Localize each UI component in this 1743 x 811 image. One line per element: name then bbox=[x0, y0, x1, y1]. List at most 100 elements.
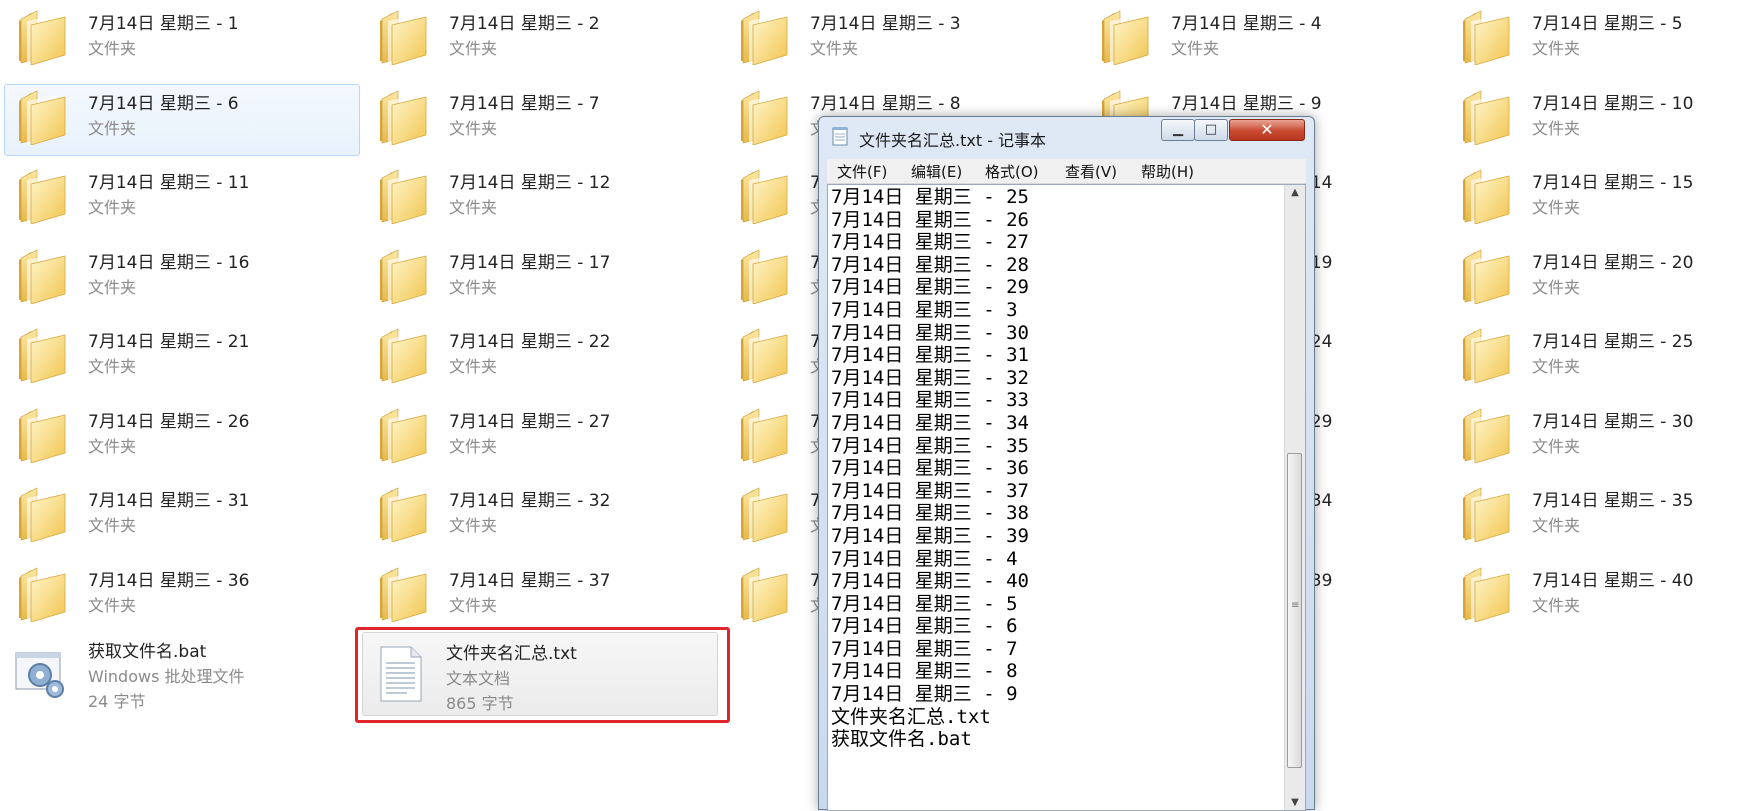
folder-name: 7月14日 星期三 - 40 bbox=[1532, 570, 1694, 591]
folder-icon bbox=[13, 166, 71, 224]
folder-item[interactable]: 7月14日 星期三 - 27 文件夹 bbox=[365, 402, 721, 474]
folder-type: 文件夹 bbox=[1532, 436, 1581, 456]
folder-type: 文件夹 bbox=[88, 595, 137, 615]
folder-item[interactable]: 7月14日 星期三 - 26 文件夹 bbox=[4, 402, 360, 474]
folder-icon bbox=[13, 7, 71, 65]
text-line: 7月14日 星期三 - 29 bbox=[831, 276, 1029, 299]
folder-name: 7月14日 星期三 - 9 bbox=[1171, 93, 1322, 114]
notepad-text-area[interactable]: 7月14日 星期三 - 25 7月14日 星期三 - 26 7月14日 星期三 … bbox=[827, 184, 1306, 811]
folder-name: 7月14日 星期三 - 27 bbox=[449, 411, 611, 432]
scroll-down-arrow-icon[interactable]: ▼ bbox=[1285, 797, 1305, 808]
text-line: 7月14日 星期三 - 28 bbox=[831, 253, 1029, 276]
folder-icon bbox=[13, 484, 71, 542]
folder-item[interactable]: 7月14日 星期三 - 22 文件夹 bbox=[365, 322, 721, 394]
folder-item[interactable]: 7月14日 星期三 - 4 文件夹 bbox=[1087, 4, 1443, 76]
folder-item[interactable]: 7月14日 星期三 - 30 文件夹 bbox=[1448, 402, 1743, 474]
folder-item[interactable]: 7月14日 星期三 - 31 文件夹 bbox=[4, 481, 360, 553]
scrollbar-thumb[interactable]: ≡ bbox=[1287, 453, 1302, 768]
notepad-icon bbox=[831, 126, 849, 146]
folder-item[interactable]: 7月14日 星期三 - 37 文件夹 bbox=[365, 561, 721, 633]
folder-item[interactable]: 7月14日 星期三 - 36 文件夹 bbox=[4, 561, 360, 633]
text-line: 7月14日 星期三 - 36 bbox=[831, 457, 1029, 480]
folder-icon bbox=[1457, 7, 1515, 65]
folder-icon bbox=[13, 246, 71, 304]
folder-name: 7月14日 星期三 - 3 bbox=[810, 14, 961, 34]
text-line: 7月14日 星期三 - 30 bbox=[831, 321, 1029, 344]
file-size: 865 字节 bbox=[446, 694, 514, 713]
folder-icon bbox=[735, 166, 793, 224]
folder-icon bbox=[13, 405, 71, 463]
folder-item[interactable]: 7月14日 星期三 - 35 文件夹 bbox=[1448, 481, 1743, 553]
menu-edit[interactable]: 编辑(E) bbox=[911, 161, 962, 182]
notepad-titlebar[interactable]: 文件夹名汇总.txt - 记事本 ▁ □ ✕ bbox=[819, 117, 1314, 151]
text-line: 7月14日 星期三 - 8 bbox=[831, 660, 1018, 683]
minimize-button[interactable]: ▁ bbox=[1161, 119, 1195, 141]
text-file-item[interactable]: 文件夹名汇总.txt 文本文档 865 字节 bbox=[362, 632, 718, 716]
folder-item[interactable]: 7月14日 星期三 - 12 文件夹 bbox=[365, 163, 721, 235]
folder-type: 文件夹 bbox=[1532, 277, 1581, 297]
folder-item[interactable]: 7月14日 星期三 - 25 文件夹 bbox=[1448, 322, 1743, 394]
folder-item[interactable]: 7月14日 星期三 - 20 文件夹 bbox=[1448, 243, 1743, 315]
folder-type: 文件夹 bbox=[1532, 198, 1581, 217]
folder-item[interactable]: 7月14日 星期三 - 10 文件夹 bbox=[1448, 84, 1743, 156]
notepad-title: 文件夹名汇总.txt - 记事本 bbox=[859, 131, 1047, 150]
folder-type: 文件夹 bbox=[1532, 118, 1581, 138]
vertical-scrollbar[interactable]: ▲ ≡ ▼ bbox=[1284, 185, 1305, 810]
folder-icon bbox=[13, 87, 71, 145]
text-line: 7月14日 星期三 - 31 bbox=[831, 344, 1029, 367]
folder-name: 7月14日 星期三 - 26 bbox=[88, 411, 250, 432]
folder-item[interactable]: 7月14日 星期三 - 5 文件夹 bbox=[1448, 4, 1743, 76]
folder-name: 7月14日 星期三 - 4 bbox=[1171, 14, 1322, 34]
text-line: 7月14日 星期三 - 35 bbox=[831, 434, 1029, 457]
maximize-button[interactable]: □ bbox=[1194, 119, 1228, 141]
folder-item[interactable]: 7月14日 星期三 - 11 文件夹 bbox=[4, 163, 360, 235]
folder-type: 文件夹 bbox=[449, 516, 498, 535]
folder-name: 7月14日 星期三 - 21 bbox=[88, 332, 250, 352]
folder-name: 7月14日 星期三 - 36 bbox=[88, 570, 250, 591]
text-line: 7月14日 星期三 - 40 bbox=[831, 570, 1029, 593]
folder-icon bbox=[374, 87, 432, 145]
folder-icon bbox=[735, 325, 793, 383]
folder-icon bbox=[13, 564, 71, 622]
folder-item[interactable]: 7月14日 星期三 - 17 文件夹 bbox=[365, 243, 721, 315]
notepad-menubar: 文件(F) 编辑(E) 格式(O) 查看(V) 帮助(H) bbox=[827, 159, 1306, 184]
folder-type: 文件夹 bbox=[449, 198, 498, 217]
folder-icon bbox=[1457, 87, 1515, 145]
folder-icon bbox=[735, 405, 793, 463]
folder-icon bbox=[735, 484, 793, 542]
folder-item[interactable]: 7月14日 星期三 - 32 文件夹 bbox=[365, 481, 721, 553]
folder-item[interactable]: 7月14日 星期三 - 40 文件夹 bbox=[1448, 561, 1743, 633]
text-line: 7月14日 星期三 - 39 bbox=[831, 524, 1029, 547]
folder-icon bbox=[374, 246, 432, 304]
folder-type: 文件夹 bbox=[88, 198, 137, 217]
close-button[interactable]: ✕ bbox=[1229, 119, 1305, 141]
folder-item[interactable]: 7月14日 星期三 - 21 文件夹 bbox=[4, 322, 360, 394]
folder-name: 7月14日 星期三 - 16 bbox=[88, 252, 250, 273]
folder-item[interactable]: 7月14日 星期三 - 16 文件夹 bbox=[4, 243, 360, 315]
folder-type: 文件夹 bbox=[810, 39, 859, 58]
folder-icon bbox=[1457, 564, 1515, 622]
folder-item[interactable]: 7月14日 星期三 - 15 文件夹 bbox=[1448, 163, 1743, 235]
folder-icon bbox=[1457, 246, 1515, 304]
menu-format[interactable]: 格式(O) bbox=[985, 161, 1039, 182]
text-line: 7月14日 星期三 - 25 bbox=[831, 186, 1029, 208]
text-line: 7月14日 星期三 - 37 bbox=[831, 479, 1029, 502]
folder-item[interactable]: 7月14日 星期三 - 1 文件夹 bbox=[4, 4, 360, 76]
text-line: 7月14日 星期三 - 7 bbox=[831, 637, 1018, 660]
folder-item[interactable]: 7月14日 星期三 - 7 文件夹 bbox=[365, 84, 721, 156]
folder-type: 文件夹 bbox=[449, 357, 498, 376]
menu-file[interactable]: 文件(F) bbox=[837, 161, 887, 182]
batch-file-item[interactable]: 获取文件名.bat Windows 批处理文件 24 字节 bbox=[4, 630, 360, 722]
folder-icon bbox=[374, 166, 432, 224]
folder-type: 文件夹 bbox=[1532, 516, 1581, 535]
folder-type: 文件夹 bbox=[88, 357, 137, 376]
folder-item[interactable]: 7月14日 星期三 - 6 文件夹 bbox=[4, 83, 360, 156]
folder-name: 7月14日 星期三 - 11 bbox=[88, 173, 250, 193]
folder-item[interactable]: 7月14日 星期三 - 2 文件夹 bbox=[365, 4, 721, 76]
folder-item[interactable]: 7月14日 星期三 - 3 文件夹 bbox=[726, 4, 1082, 76]
menu-help[interactable]: 帮助(H) bbox=[1141, 161, 1194, 182]
folder-icon bbox=[374, 7, 432, 65]
folder-icon bbox=[374, 564, 432, 622]
scroll-up-arrow-icon[interactable]: ▲ bbox=[1285, 187, 1305, 198]
menu-view[interactable]: 查看(V) bbox=[1065, 161, 1117, 182]
